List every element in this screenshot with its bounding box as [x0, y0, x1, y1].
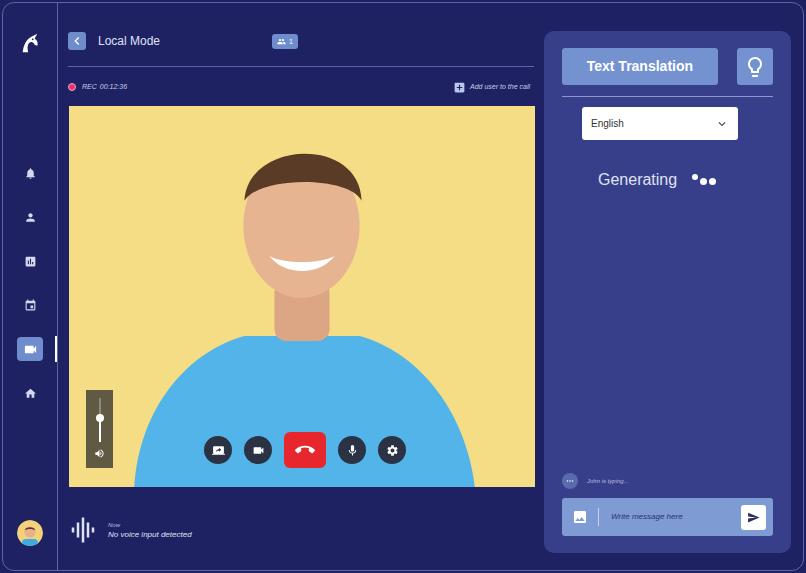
sidebar-item[interactable] — [3, 151, 57, 195]
video-frame — [69, 106, 535, 487]
gear-icon — [386, 444, 399, 457]
avatar-icon[interactable] — [17, 520, 43, 546]
sidebar — [3, 3, 58, 570]
call-header: Local Mode 1 — [68, 32, 534, 50]
bell-icon — [24, 167, 37, 180]
volume-icon — [94, 448, 105, 459]
mic-button[interactable] — [338, 436, 366, 464]
input-separator — [598, 508, 599, 526]
share-screen-button[interactable] — [204, 436, 232, 464]
image-icon[interactable] — [572, 509, 588, 525]
user-icon — [24, 211, 37, 224]
end-call-icon — [295, 440, 315, 460]
rec-dot — [68, 83, 76, 91]
logo-icon — [19, 32, 41, 54]
loading-dots — [692, 173, 718, 187]
settings-button[interactable] — [378, 436, 406, 464]
share-screen-icon — [212, 444, 225, 457]
sound-wave-icon — [68, 515, 98, 545]
volume-thumb[interactable] — [96, 414, 104, 422]
volume-track — [99, 398, 101, 442]
camera-button[interactable] — [244, 436, 272, 464]
sidebar-item[interactable] — [3, 327, 57, 371]
typing-icon — [565, 476, 575, 486]
call-area: Local Mode 1 REC00:12:36 Add user to the ca… — [58, 3, 544, 570]
video-frame-icon — [69, 106, 535, 487]
logo[interactable] — [19, 32, 41, 54]
language-select[interactable]: English — [582, 107, 738, 140]
people-icon — [277, 37, 286, 46]
add-user-button[interactable]: Add user to the call — [453, 81, 530, 94]
active-indicator — [55, 336, 57, 362]
translation-panel: Text Translation English Generating John is… — [544, 31, 791, 553]
end-call-button[interactable] — [284, 432, 326, 468]
message-input[interactable]: Write message here — [562, 498, 773, 536]
sidebar-item[interactable] — [3, 239, 57, 283]
chevron-down-icon — [715, 117, 729, 131]
sidebar-item[interactable] — [3, 195, 57, 239]
header-divider — [68, 66, 534, 67]
back-button[interactable] — [68, 32, 86, 50]
panel-divider — [562, 96, 773, 97]
plus-icon — [453, 81, 466, 94]
mic-icon — [346, 444, 359, 457]
rec-label: REC — [82, 82, 97, 93]
video-icon — [23, 342, 38, 357]
rec-time: 00:12:36 — [100, 82, 127, 93]
calendar-icon — [24, 299, 37, 312]
chart-icon — [24, 255, 37, 268]
send-button[interactable] — [741, 505, 766, 530]
volume-slider[interactable] — [86, 390, 113, 468]
typing-indicator: John is typing... — [562, 473, 773, 489]
camera-icon — [252, 444, 265, 457]
sidebar-item[interactable] — [3, 283, 57, 327]
app: Local Mode 1 REC00:12:36 Add user to the ca… — [0, 0, 806, 573]
voice-time: Now — [108, 521, 192, 529]
call-controls — [69, 432, 535, 468]
sidebar-item[interactable] — [3, 371, 57, 415]
participants-badge: 1 — [272, 34, 298, 49]
window: Local Mode 1 REC00:12:36 Add user to the ca… — [2, 2, 804, 571]
chevron-left-icon — [69, 33, 85, 49]
profile[interactable] — [17, 520, 43, 546]
recording-row: REC00:12:36 Add user to the call — [68, 80, 534, 94]
home-icon — [24, 387, 37, 400]
tips-button[interactable] — [737, 48, 773, 85]
send-icon — [747, 511, 760, 524]
voice-status: NowNo voice input detected — [68, 515, 534, 545]
mode-title: Local Mode — [98, 32, 160, 50]
text-translation-button[interactable]: Text Translation — [562, 48, 718, 85]
generating-status: Generating — [598, 168, 773, 192]
voice-status-text: No voice input detected — [108, 529, 192, 540]
sidebar-menu — [3, 151, 57, 415]
message-placeholder[interactable]: Write message here — [611, 511, 741, 523]
lightbulb-icon — [743, 55, 767, 79]
translation-header: Text Translation — [562, 48, 773, 85]
